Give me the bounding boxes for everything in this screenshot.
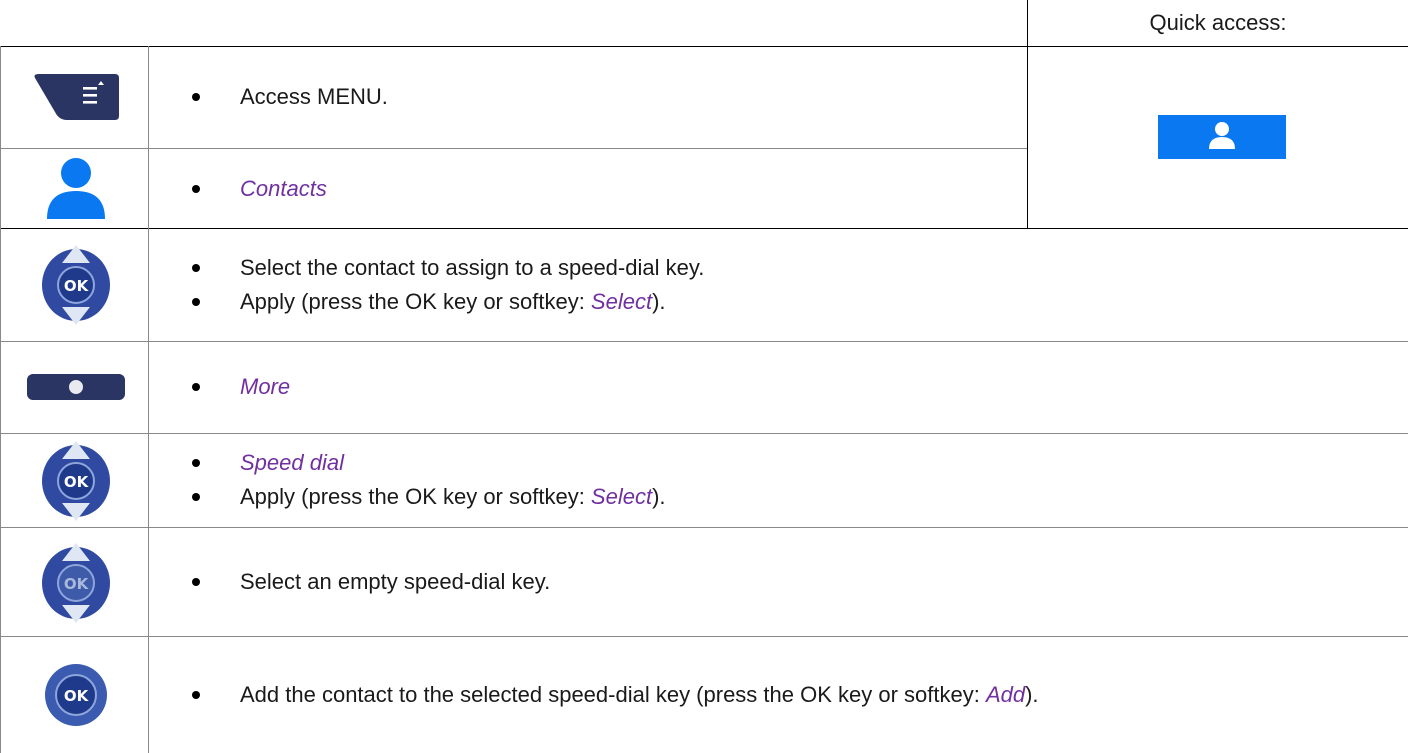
table-border: [148, 46, 149, 753]
ok-button-icon: OK: [30, 650, 122, 740]
navigator-ok-icon: OK: [30, 235, 122, 335]
softkey-button-icon: [26, 362, 126, 412]
table-border: [0, 636, 1408, 637]
svg-text:OK: OK: [64, 277, 90, 295]
step-4-text: More: [162, 343, 1362, 431]
list-item: Select an empty speed-dial key.: [162, 565, 1362, 599]
table-border: [0, 433, 1408, 434]
menu-key-icon: [30, 52, 122, 142]
list-item: More: [162, 370, 1362, 404]
navigator-ok-icon: OK: [30, 534, 122, 632]
list-item: Speed dial: [162, 446, 1362, 480]
list-item: Apply (press the OK key or softkey: Sele…: [162, 285, 1362, 319]
step-1-text: Access MENU.: [162, 52, 1022, 142]
svg-text:OK: OK: [64, 687, 90, 705]
step-6-text: Select an empty speed-dial key.: [162, 529, 1362, 634]
table-border: [0, 46, 1408, 47]
list-item: Add the contact to the selected speed-di…: [162, 678, 1402, 712]
step-3-text: Select the contact to assign to a speed-…: [162, 232, 1362, 338]
svg-text:OK: OK: [64, 575, 90, 593]
table-border: [0, 148, 1027, 149]
step-2-text: Contacts: [162, 150, 1022, 228]
svg-text:OK: OK: [64, 473, 90, 491]
quick-access-title: Quick access:: [1149, 9, 1287, 35]
table-border: [0, 527, 1408, 528]
list-item: Select the contact to assign to a speed-…: [162, 251, 1362, 285]
contact-icon: [1207, 120, 1237, 155]
list-item: Contacts: [162, 172, 1022, 206]
list-item: Apply (press the OK key or softkey: Sele…: [162, 480, 1362, 514]
list-item: Access MENU.: [162, 80, 1022, 114]
table-border: [0, 341, 1408, 342]
table-border: [0, 46, 1, 753]
contact-icon: [30, 150, 122, 226]
step-7-text: Add the contact to the selected speed-di…: [162, 638, 1402, 751]
navigator-ok-icon: OK: [30, 436, 122, 526]
step-5-text: Speed dial Apply (press the OK key or so…: [162, 435, 1362, 525]
quick-access-contacts-button[interactable]: [1158, 115, 1286, 159]
table-border: [0, 228, 1408, 229]
